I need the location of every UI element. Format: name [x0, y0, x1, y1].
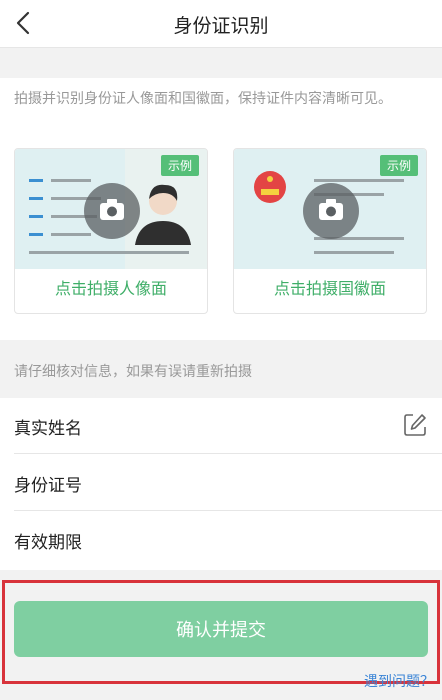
camera-icon — [303, 183, 359, 239]
portrait-side-card[interactable]: 示例 点击拍摄人像面 — [14, 148, 208, 314]
validity-row[interactable]: 有效期限 — [14, 512, 442, 568]
capture-portrait-label[interactable]: 点击拍摄人像面 — [15, 275, 207, 299]
emblem-side-card[interactable]: 示例 点击拍摄国徽面 — [233, 148, 427, 314]
example-badge: 示例 — [160, 155, 199, 176]
page-title: 身份证识别 — [173, 15, 269, 37]
camera-icon — [84, 183, 140, 239]
nav-bar: 身份证识别 — [0, 0, 442, 48]
id-number-label: 身份证号 — [14, 476, 82, 496]
submit-button[interactable]: 确认并提交 — [14, 601, 428, 657]
example-badge: 示例 — [379, 155, 418, 176]
id-number-row[interactable]: 身份证号 — [14, 455, 442, 511]
help-link[interactable]: 遇到问题？ — [364, 671, 434, 691]
name-row[interactable]: 真实姓名 — [14, 398, 442, 454]
instructions-text: 拍摄并识别身份证人像面和国徽面，保持证件内容清晰可见。 — [14, 91, 392, 107]
id-info-form: 真实姓名 身份证号 有效期限 — [0, 398, 442, 570]
capture-emblem-label[interactable]: 点击拍摄国徽面 — [234, 275, 426, 299]
name-label: 真实姓名 — [14, 419, 82, 439]
validity-label: 有效期限 — [14, 533, 82, 553]
edit-icon[interactable] — [402, 412, 428, 438]
capture-panel: 拍摄并识别身份证人像面和国徽面，保持证件内容清晰可见。 示例 点击拍摄人像面 示… — [0, 78, 442, 340]
verify-hint: 请仔细核对信息，如果有误请重新拍摄 — [14, 364, 252, 380]
